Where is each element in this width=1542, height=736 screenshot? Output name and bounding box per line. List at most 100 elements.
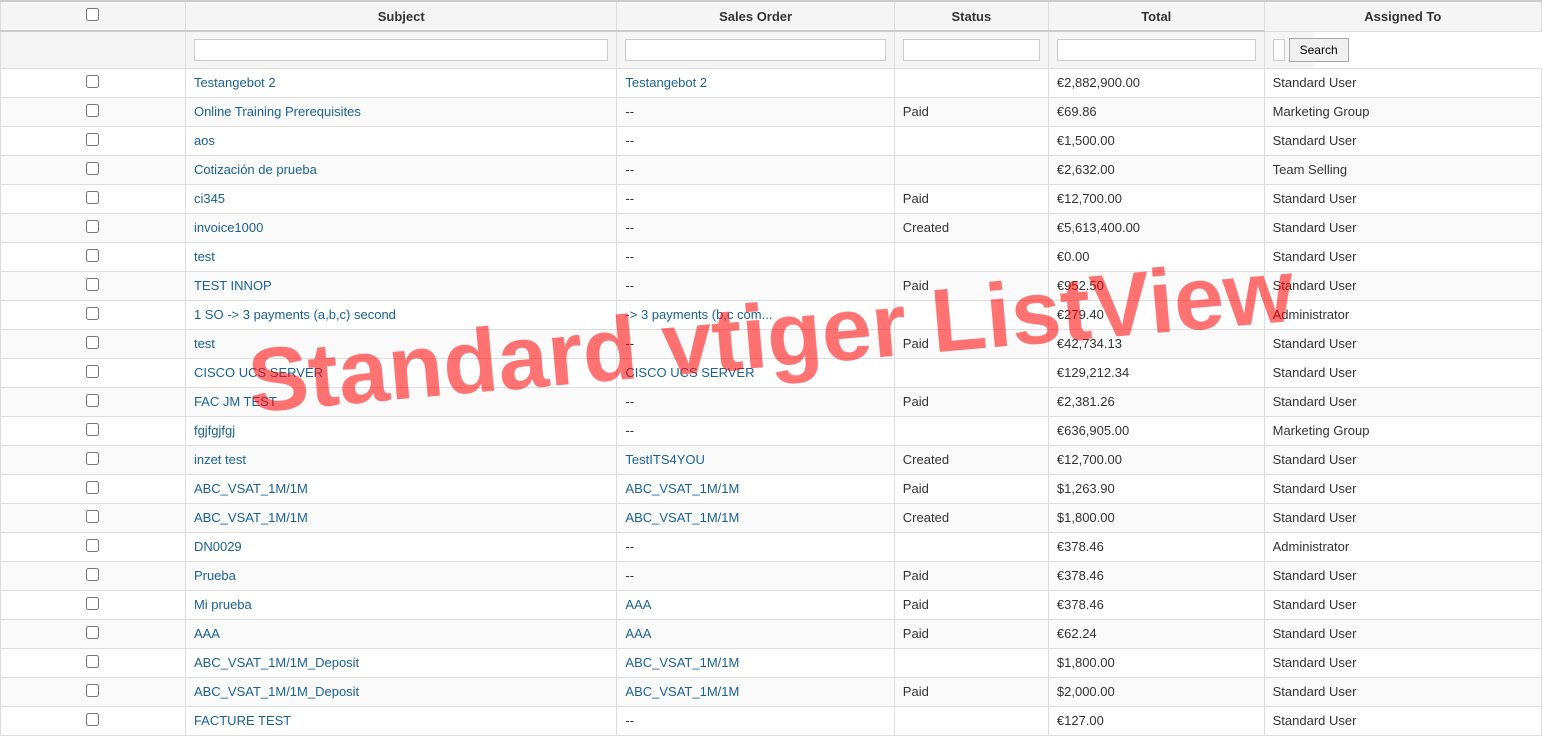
subject-link[interactable]: test	[194, 336, 215, 351]
table-row: TEST INNOP--Paid€952.50Standard User	[1, 271, 1542, 300]
row-assigned-cell: Standard User	[1264, 242, 1541, 271]
row-checkbox[interactable]	[86, 713, 99, 726]
row-checkbox[interactable]	[86, 133, 99, 146]
row-subject-cell: fgjfgjfgj	[185, 416, 616, 445]
filter-sales-input[interactable]	[625, 39, 885, 61]
row-assigned-cell: Standard User	[1264, 648, 1541, 677]
row-check-cell	[1, 155, 186, 184]
subject-link[interactable]: Mi prueba	[194, 597, 252, 612]
row-checkbox[interactable]	[86, 75, 99, 88]
subject-link[interactable]: ABC_VSAT_1M/1M	[194, 510, 308, 525]
sales-order-link[interactable]: ABC_VSAT_1M/1M	[625, 481, 739, 496]
subject-link[interactable]: FACTURE TEST	[194, 713, 291, 728]
sales-order-link[interactable]: ABC_VSAT_1M/1M	[625, 510, 739, 525]
sales-order-link[interactable]: -> 3 payments (b,c com...	[625, 307, 772, 322]
subject-link[interactable]: Testangebot 2	[194, 75, 276, 90]
row-checkbox[interactable]	[86, 481, 99, 494]
row-status-cell: Paid	[894, 184, 1048, 213]
check-all-checkbox[interactable]	[86, 8, 99, 21]
subject-link[interactable]: Prueba	[194, 568, 236, 583]
row-checkbox[interactable]	[86, 336, 99, 349]
row-sales-cell: --	[617, 271, 894, 300]
row-status-cell: Paid	[894, 329, 1048, 358]
subject-link[interactable]: aos	[194, 133, 215, 148]
row-sales-cell: CISCO UCS SERVER	[617, 358, 894, 387]
row-subject-cell: 1 SO -> 3 payments (a,b,c) second	[185, 300, 616, 329]
row-checkbox[interactable]	[86, 568, 99, 581]
subject-link[interactable]: DN0029	[194, 539, 242, 554]
row-sales-cell: --	[617, 416, 894, 445]
subject-link[interactable]: inzet test	[194, 452, 246, 467]
row-checkbox[interactable]	[86, 597, 99, 610]
row-checkbox[interactable]	[86, 423, 99, 436]
row-checkbox[interactable]	[86, 626, 99, 639]
sales-order-link[interactable]: AAA	[625, 626, 651, 641]
row-check-cell	[1, 648, 186, 677]
row-checkbox[interactable]	[86, 162, 99, 175]
subject-link[interactable]: FAC JM TEST	[194, 394, 277, 409]
subject-link[interactable]: ci345	[194, 191, 225, 206]
row-sales-cell: --	[617, 213, 894, 242]
row-sales-cell: --	[617, 532, 894, 561]
row-assigned-cell: Standard User	[1264, 184, 1541, 213]
row-checkbox[interactable]	[86, 539, 99, 552]
filter-total-input[interactable]	[1057, 39, 1256, 61]
row-checkbox[interactable]	[86, 307, 99, 320]
check-all-header[interactable]	[1, 1, 186, 31]
subject-link[interactable]: Online Training Prerequisites	[194, 104, 361, 119]
row-checkbox[interactable]	[86, 365, 99, 378]
sales-order-link[interactable]: ABC_VSAT_1M/1M	[625, 655, 739, 670]
subject-link[interactable]: AAA	[194, 626, 220, 641]
table-row: inzet testTestITS4YOUCreated€12,700.00St…	[1, 445, 1542, 474]
row-subject-cell: ABC_VSAT_1M/1M_Deposit	[185, 677, 616, 706]
row-checkbox[interactable]	[86, 684, 99, 697]
sales-order-link[interactable]: TestITS4YOU	[625, 452, 704, 467]
table-body: Testangebot 2Testangebot 2€2,882,900.00S…	[1, 68, 1542, 735]
filter-check-cell	[1, 31, 186, 68]
subject-link[interactable]: ABC_VSAT_1M/1M_Deposit	[194, 655, 359, 670]
row-subject-cell: CISCO UCS SERVER	[185, 358, 616, 387]
row-status-cell: Paid	[894, 271, 1048, 300]
row-total-cell: €952.50	[1048, 271, 1264, 300]
filter-status-input[interactable]	[903, 39, 1040, 61]
row-check-cell	[1, 126, 186, 155]
sales-order-link[interactable]: Testangebot 2	[625, 75, 707, 90]
filter-subject-input[interactable]	[194, 39, 608, 61]
row-checkbox[interactable]	[86, 220, 99, 233]
row-checkbox[interactable]	[86, 249, 99, 262]
sales-order-link[interactable]: CISCO UCS SERVER	[625, 365, 754, 380]
row-checkbox[interactable]	[86, 394, 99, 407]
row-sales-cell: AAA	[617, 590, 894, 619]
row-checkbox[interactable]	[86, 452, 99, 465]
subject-link[interactable]: Cotización de prueba	[194, 162, 317, 177]
sales-order-link[interactable]: ABC_VSAT_1M/1M	[625, 684, 739, 699]
subject-link[interactable]: ABC_VSAT_1M/1M	[194, 481, 308, 496]
row-total-cell: €5,613,400.00	[1048, 213, 1264, 242]
filter-sales-cell	[617, 31, 894, 68]
row-assigned-cell: Standard User	[1264, 213, 1541, 242]
subject-link[interactable]: TEST INNOP	[194, 278, 272, 293]
sales-order-link[interactable]: AAA	[625, 597, 651, 612]
row-checkbox[interactable]	[86, 655, 99, 668]
subject-link[interactable]: CISCO UCS SERVER	[194, 365, 323, 380]
subject-link[interactable]: 1 SO -> 3 payments (a,b,c) second	[194, 307, 396, 322]
row-checkbox[interactable]	[86, 278, 99, 291]
filter-row: Search	[1, 31, 1542, 68]
row-sales-cell: --	[617, 329, 894, 358]
row-subject-cell: ABC_VSAT_1M/1M	[185, 474, 616, 503]
row-checkbox[interactable]	[86, 104, 99, 117]
subject-link[interactable]: fgjfgjfgj	[194, 423, 235, 438]
row-status-cell	[894, 242, 1048, 271]
subject-link[interactable]: ABC_VSAT_1M/1M_Deposit	[194, 684, 359, 699]
row-checkbox[interactable]	[86, 510, 99, 523]
row-checkbox[interactable]	[86, 191, 99, 204]
row-check-cell	[1, 590, 186, 619]
filter-assigned-input[interactable]	[1273, 39, 1285, 61]
subject-link[interactable]: test	[194, 249, 215, 264]
row-total-cell: €12,700.00	[1048, 445, 1264, 474]
table-row: ABC_VSAT_1M/1MABC_VSAT_1M/1MPaid$1,263.9…	[1, 474, 1542, 503]
search-button[interactable]: Search	[1289, 38, 1349, 62]
table-row: ABC_VSAT_1M/1MABC_VSAT_1M/1MCreated$1,80…	[1, 503, 1542, 532]
subject-link[interactable]: invoice1000	[194, 220, 263, 235]
row-sales-cell: --	[617, 387, 894, 416]
